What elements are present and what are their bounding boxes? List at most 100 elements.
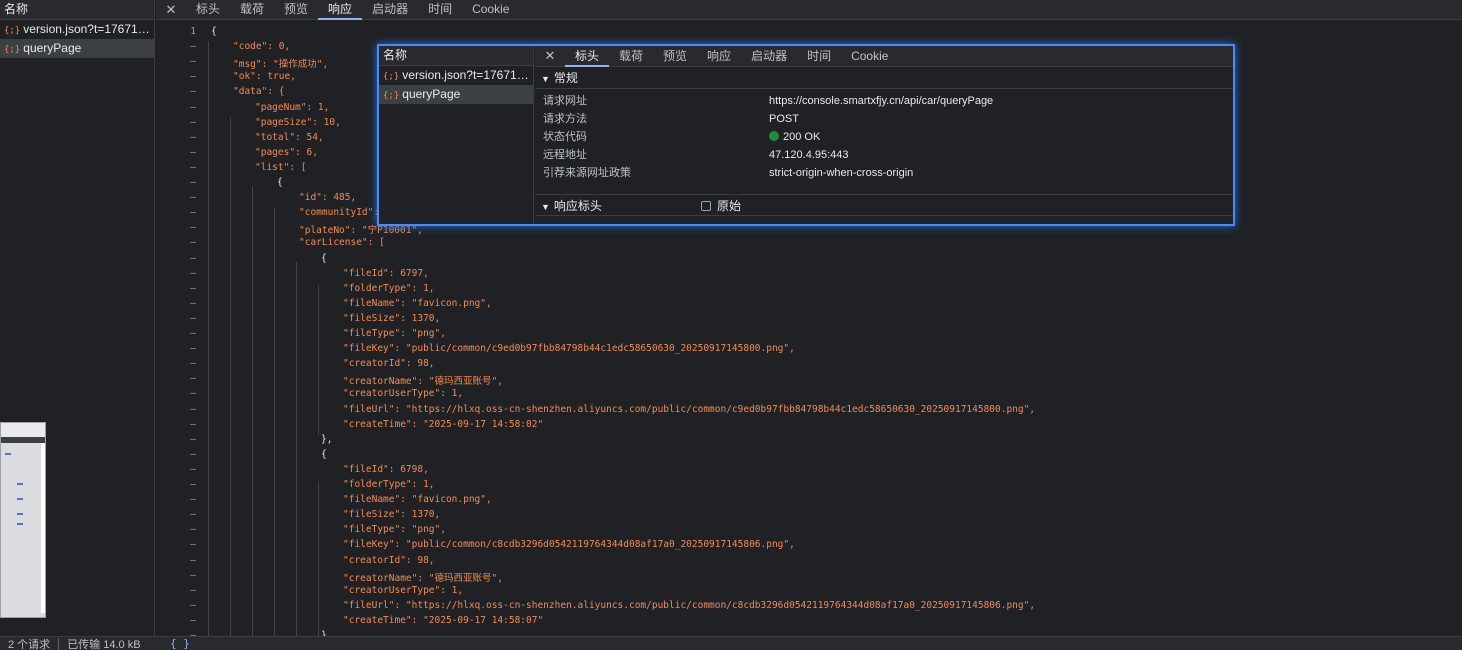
row-label: 请求网址 [543,95,587,107]
code-line: "fileKey": "public/common/c9ed0b97fbb847… [343,343,795,355]
code-line: "list": [ [255,161,307,173]
tab-headers[interactable]: 标头 [186,0,230,20]
detail-tab-bar: ✕ 标头 载荷 预览 响应 启动器 时间 Cookie [156,0,1462,20]
code-line: { [277,177,283,188]
header-row-remote-address: 远程地址 47.120.4.95:443 [535,146,1233,164]
request-item-querypage[interactable]: {;} queryPage [0,39,154,58]
section-title: 响应标头 [553,199,602,213]
code-line: "fileName": "favicon.png", [343,297,492,309]
code-line: "fileId": 6798, [343,463,429,475]
line-number: – [190,237,196,249]
tab-response[interactable]: 响应 [697,46,741,67]
tab-cookies[interactable]: Cookie [462,0,519,20]
code-line: "code": 0, [233,41,291,53]
code-line: { [321,448,327,460]
indent-guide [208,41,209,636]
row-label: 引荐来源网址政策 [543,167,631,179]
close-icon[interactable]: ✕ [156,2,186,18]
code-line: "data": { [233,86,285,98]
line-number: – [190,267,196,279]
row-value: https://console.smartxfjy.cn/api/car/que… [769,95,994,107]
code-line: "ok": true, [233,71,296,83]
line-number: – [190,463,196,475]
general-section-header[interactable]: ▼ 常规 [535,67,1233,89]
tab-initiator[interactable]: 启动器 [741,46,797,67]
line-number: – [190,297,196,309]
triangle-down-icon: ▼ [541,202,550,212]
indent-guide [318,481,319,636]
code-line: "pageSize": 10, [255,116,341,128]
line-number: – [190,448,196,460]
line-number: – [190,509,196,521]
popup-detail-pane: ✕ 标头 载荷 预览 响应 启动器 时间 Cookie ▼ 常规 请求网址 http… [535,46,1233,224]
tab-headers[interactable]: 标头 [565,46,610,67]
line-number: – [190,373,196,385]
code-line: }, [321,433,333,445]
row-label: 远程地址 [543,149,587,161]
line-number: – [190,524,196,536]
tab-timing[interactable]: 时间 [418,0,462,20]
raw-checkbox[interactable] [701,201,711,211]
tab-response[interactable]: 响应 [318,0,363,20]
tab-timing[interactable]: 时间 [797,46,841,67]
code-line: "pages": 6, [255,146,318,158]
code-line: "fileType": "png", [343,328,446,339]
row-value: strict-origin-when-cross-origin [769,167,914,179]
code-line: "id": 485, [299,192,357,204]
line-number: – [190,116,196,128]
tab-payload[interactable]: 载荷 [609,46,653,67]
request-item-version[interactable]: {;} version.json?t=176714... [0,20,154,39]
popup-request-item-version[interactable]: {;} version.json?t=176714... [379,66,533,85]
line-number: – [190,282,196,294]
code-line: "fileUrl": "https://hlxq.oss-cn-shenzhen… [343,599,1036,611]
indent-guide [252,187,253,636]
line-number: – [190,56,196,68]
tab-preview[interactable]: 预览 [274,0,318,20]
code-line: "creatorUserType": 1, [343,584,464,596]
code-line: "fileId": 6797, [343,267,429,279]
tab-cookies[interactable]: Cookie [841,46,898,67]
line-number: – [190,177,196,188]
line-number: – [190,418,196,430]
line-number: – [190,207,196,219]
json-icon: {;} [383,72,400,82]
request-name: queryPage [402,87,461,101]
popup-request-list: 名称 {;} version.json?t=176714... {;} queryP… [379,46,534,224]
code-line: "creatorName": "德玛西亚账号", [343,376,503,388]
code-line: "fileUrl": "https://hlxq.oss-cn-shenzhen… [343,403,1036,415]
code-line: "fileType": "png", [343,524,446,536]
line-number: – [190,479,196,490]
line-number: – [190,312,196,324]
pretty-print-icon[interactable]: { } [170,637,190,650]
line-number: – [190,101,196,113]
indent-guide [274,207,275,636]
tab-payload[interactable]: 载荷 [230,0,274,20]
popup-tab-bar: ✕ 标头 载荷 预览 响应 启动器 时间 Cookie [535,46,1233,67]
line-number: – [190,358,196,370]
code-line: "creatorName": "德玛西亚账号", [343,572,503,584]
request-name: version.json?t=176714... [23,22,154,36]
line-number: 1 [190,26,196,37]
response-headers-section-header[interactable]: ▼ 响应标头 原始 [535,194,1233,216]
status-bar: 2 个请求 已传输 14.0 kB { } [0,636,1462,650]
popup-request-item-querypage[interactable]: {;} queryPage [379,85,533,104]
indent-guide [296,262,297,636]
code-line: "msg": "操作成功", [233,59,329,71]
row-value: 47.120.4.95:443 [769,149,849,161]
indent-guide [230,117,231,636]
line-number: – [190,41,196,53]
header-row-request-url: 请求网址 https://console.smartxfjy.cn/api/car… [535,92,1233,110]
line-number: – [190,86,196,98]
row-label: 请求方法 [543,113,587,125]
code-line: "fileSize": 1370, [343,312,441,324]
code-line: { [211,26,217,37]
close-icon[interactable]: ✕ [535,48,565,64]
section-title: 常规 [553,71,578,85]
tab-initiator[interactable]: 启动器 [362,0,418,20]
line-number: – [190,388,196,400]
code-line: "createTime": "2025-09-17 14:58:07" [343,614,544,626]
line-number: – [190,252,196,264]
tab-preview[interactable]: 预览 [653,46,697,67]
request-count: 2 个请求 [8,638,51,650]
row-value: 200 OK [783,131,821,143]
